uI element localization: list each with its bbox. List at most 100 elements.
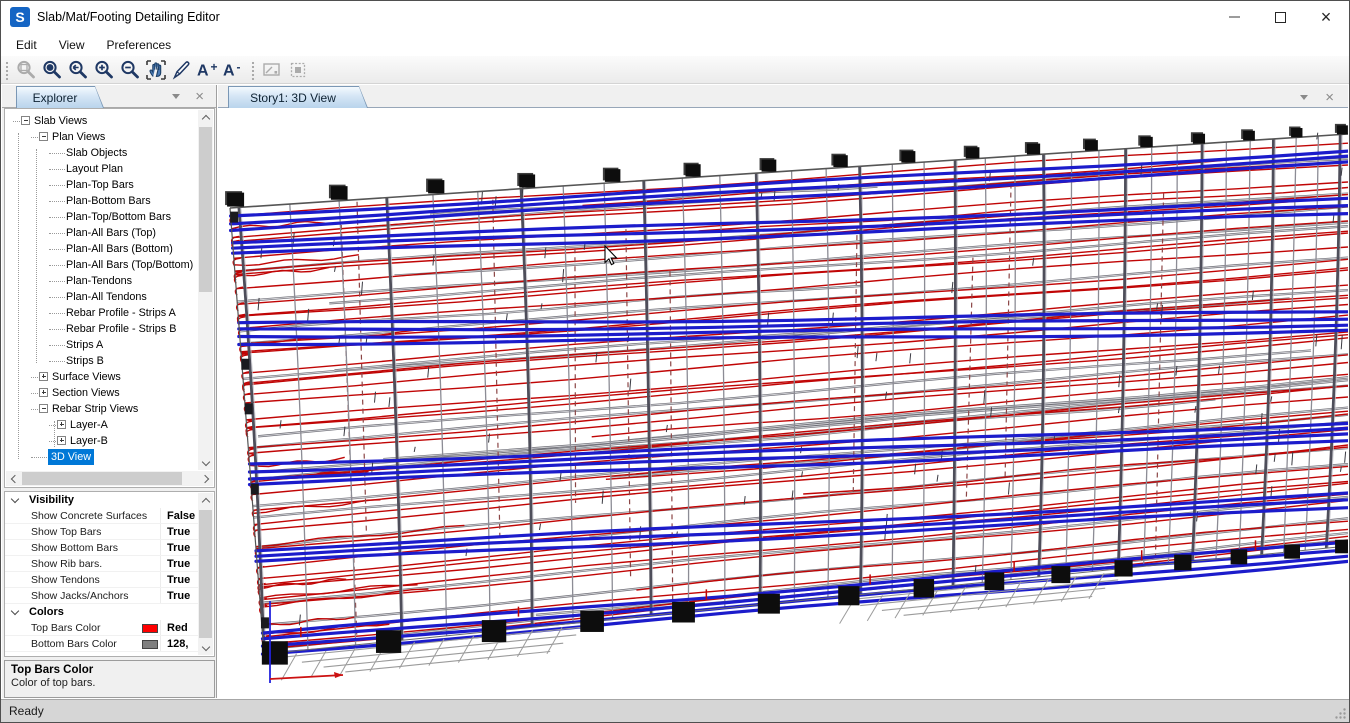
scroll-right-button[interactable]	[198, 471, 213, 486]
tree-connector	[49, 233, 65, 234]
tree-item-slab-views[interactable]: Slab Views	[5, 113, 198, 129]
property-bottom-bars-color[interactable]: Bottom Bars Color 128,	[5, 636, 198, 652]
3d-viewport[interactable]	[218, 108, 1348, 698]
resize-grip[interactable]	[1334, 707, 1347, 720]
document-close-icon[interactable]: ×	[1325, 89, 1334, 106]
maximize-icon	[1275, 12, 1286, 23]
scroll-down-button[interactable]	[198, 455, 213, 470]
collapse-icon[interactable]	[21, 116, 30, 125]
jack-tick	[540, 524, 541, 530]
expand-icon[interactable]	[57, 420, 66, 429]
scroll-thumb[interactable]	[199, 127, 212, 292]
tree-item-plan-all-bars-bottom[interactable]: Plan-All Bars (Bottom)	[5, 241, 198, 257]
toolbar-grip[interactable]	[250, 60, 256, 80]
property-value[interactable]: Red	[167, 620, 188, 636]
scroll-up-button[interactable]	[198, 110, 213, 125]
scroll-left-button[interactable]	[6, 471, 21, 486]
tree-horizontal-scrollbar[interactable]	[6, 471, 213, 486]
tree-item-rebar-strip-views[interactable]: Rebar Strip Views	[5, 401, 198, 417]
top-anchor	[762, 160, 777, 172]
collapse-icon[interactable]	[39, 404, 48, 413]
tree-item-3d-view[interactable]: 3D View	[5, 449, 198, 465]
chevron-down-icon[interactable]	[11, 607, 19, 615]
zoom-fit-button[interactable]	[39, 58, 65, 82]
property-value[interactable]: True	[167, 540, 190, 556]
chevron-down-icon[interactable]	[11, 495, 19, 503]
property-category-colors[interactable]: Colors	[5, 604, 198, 620]
tree-item-layer-b[interactable]: Layer-B	[5, 433, 198, 449]
tree-vertical-scrollbar[interactable]	[198, 110, 213, 470]
collapse-icon[interactable]	[39, 132, 48, 141]
property-value[interactable]: False	[167, 508, 195, 524]
pan-button[interactable]	[143, 58, 169, 82]
maximize-button[interactable]	[1257, 1, 1303, 33]
property-value[interactable]: 128,	[167, 636, 188, 652]
expand-icon[interactable]	[39, 388, 48, 397]
property-name: Show Concrete Surfaces	[31, 508, 147, 524]
properties-scrollbar[interactable]	[198, 493, 213, 655]
tree-item-rebar-profile-strips-b[interactable]: Rebar Profile - Strips B	[5, 321, 198, 337]
scroll-down-button[interactable]	[198, 640, 213, 655]
property-show-concrete-surfaces[interactable]: Show Concrete Surfaces False	[5, 508, 198, 524]
zoom-in-button[interactable]	[91, 58, 117, 82]
font-decrease-button[interactable]: A-	[221, 58, 247, 82]
tree-item-section-views[interactable]: Section Views	[5, 385, 198, 401]
tree-item-plan-all-bars-top-bottom[interactable]: Plan-All Bars (Top/Bottom)	[5, 257, 198, 273]
expander-bar	[61, 422, 62, 426]
panel-dropdown-icon[interactable]	[172, 94, 180, 99]
zoom-out-button[interactable]	[117, 58, 143, 82]
property-value[interactable]: True	[167, 556, 190, 572]
tree-item-slab-objects[interactable]: Slab Objects	[5, 145, 198, 161]
font-increase-button[interactable]: A+	[195, 58, 221, 82]
tree-item-plan-bottom-bars[interactable]: Plan-Bottom Bars	[5, 193, 198, 209]
tree-item-plan-tendons[interactable]: Plan-Tendons	[5, 273, 198, 289]
zoom-previous-button[interactable]	[65, 58, 91, 82]
tree-item-layout-plan[interactable]: Layout Plan	[5, 161, 198, 177]
document-dropdown-icon[interactable]	[1300, 95, 1308, 100]
property-show-top-bars[interactable]: Show Top Bars True	[5, 524, 198, 540]
property-show-jacks-anchors[interactable]: Show Jacks/AnchorsTrue	[5, 588, 198, 604]
top-anchor	[686, 164, 701, 176]
tree-item-rebar-profile-strips-a[interactable]: Rebar Profile - Strips A	[5, 305, 198, 321]
property-category-visibility[interactable]: Visibility	[5, 492, 198, 508]
tree-item-strips-a[interactable]: Strips A	[5, 337, 198, 353]
minimize-button[interactable]	[1211, 1, 1257, 33]
property-show-tendons[interactable]: Show TendonsTrue	[5, 572, 198, 588]
menu-edit[interactable]: Edit	[16, 38, 37, 52]
scroll-thumb[interactable]	[199, 510, 212, 638]
property-show-bottom-bars[interactable]: Show Bottom BarsTrue	[5, 540, 198, 556]
left-edge-anchor	[230, 212, 238, 223]
tab-story1-3d-view[interactable]: Story1: 3D View	[228, 86, 368, 108]
property-name: Show Top Bars	[31, 524, 101, 540]
tree-item-label: Slab Views	[34, 113, 87, 129]
bottom-anchor	[1051, 566, 1070, 583]
expand-icon[interactable]	[39, 372, 48, 381]
menu-view[interactable]: View	[59, 38, 85, 52]
property-value[interactable]: True	[167, 572, 190, 588]
draw-button[interactable]	[169, 58, 195, 82]
tree-item-strips-b[interactable]: Strips B	[5, 353, 198, 369]
property-show-rib-bars[interactable]: Show Rib bars.True	[5, 556, 198, 572]
tree-item-plan-all-bars-top[interactable]: Plan-All Bars (Top)	[5, 225, 198, 241]
left-edge-anchor	[261, 617, 269, 628]
property-value[interactable]: True	[167, 524, 190, 540]
tree-item-layer-a[interactable]: Layer-A	[5, 417, 198, 433]
tab-explorer[interactable]: Explorer	[16, 86, 104, 108]
expand-icon[interactable]	[57, 436, 66, 445]
expander-bar	[24, 120, 28, 121]
tree-item-plan-views[interactable]: Plan Views	[5, 129, 198, 145]
scroll-thumb[interactable]	[22, 472, 182, 485]
explorer-tree: Slab ViewsPlan ViewsSlab ObjectsLayout P…	[4, 108, 215, 488]
close-button[interactable]: ×	[1303, 1, 1349, 33]
panel-close-icon[interactable]: ×	[195, 88, 204, 105]
tree-item-plan-all-tendons[interactable]: Plan-All Tendons	[5, 289, 198, 305]
tree-item-plan-top-bars[interactable]: Plan-Top Bars	[5, 177, 198, 193]
property-top-bars-color[interactable]: Top Bars ColorRed	[5, 620, 198, 636]
tree-item-plan-top-bottom-bars[interactable]: Plan-Top/Bottom Bars	[5, 209, 198, 225]
property-name: Bottom Bars Color	[31, 636, 117, 652]
tree-item-surface-views[interactable]: Surface Views	[5, 369, 198, 385]
menu-preferences[interactable]: Preferences	[106, 38, 171, 52]
property-value[interactable]: True	[167, 588, 190, 604]
scroll-up-button[interactable]	[198, 493, 213, 508]
toolbar-grip[interactable]	[4, 60, 10, 80]
